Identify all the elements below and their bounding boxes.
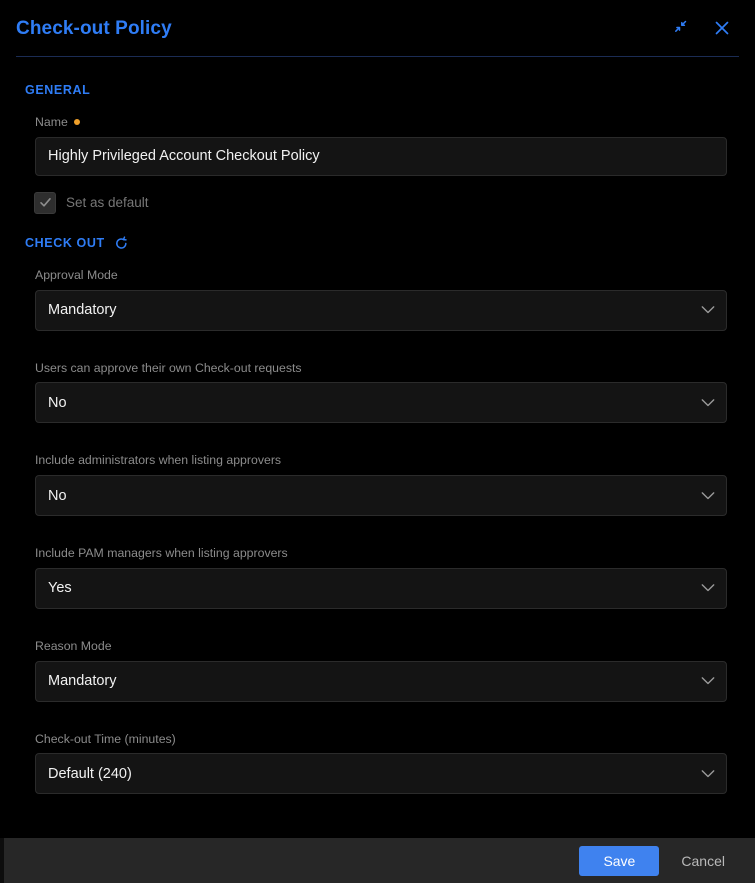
field-label-include-administrators: Include administrators when listing appr… — [35, 453, 727, 468]
approval-mode-select[interactable]: Mandatory — [35, 290, 727, 331]
name-input[interactable] — [35, 137, 727, 176]
field-label-approval-mode: Approval Mode — [35, 268, 727, 283]
checkbox-checked-icon[interactable] — [34, 192, 56, 214]
section-label-check-out: CHECK OUT — [25, 236, 105, 250]
reason-mode-select[interactable]: Mandatory — [35, 661, 727, 702]
field-label-include-pam-managers: Include PAM managers when listing approv… — [35, 546, 727, 561]
field-self-approval: Users can approve their own Check-out re… — [24, 361, 727, 424]
reset-circular-arrow-icon[interactable] — [114, 236, 129, 251]
self-approval-select[interactable]: No — [35, 382, 727, 423]
set-as-default-checkbox-row[interactable]: Set as default — [34, 192, 727, 214]
dialog-body: GENERAL Name Set as default CHE — [0, 57, 755, 838]
field-name: Name — [24, 115, 727, 176]
check-out-time-select[interactable]: Default (240) — [35, 753, 727, 794]
include-administrators-value: No — [48, 488, 67, 504]
field-label-name: Name — [35, 115, 727, 130]
include-pam-managers-select[interactable]: Yes — [35, 568, 727, 609]
chevron-down-icon — [701, 306, 715, 315]
check-out-policy-dialog: Check-out Policy GENERAL — [0, 0, 755, 883]
field-check-out-time: Check-out Time (minutes) Default (240) — [24, 732, 727, 795]
chevron-down-icon — [701, 677, 715, 686]
approval-mode-value: Mandatory — [48, 302, 117, 318]
include-pam-managers-value: Yes — [48, 580, 72, 596]
field-approval-mode: Approval Mode Mandatory — [24, 268, 727, 331]
cancel-button[interactable]: Cancel — [665, 846, 741, 876]
self-approval-value: No — [48, 395, 67, 411]
chevron-down-icon — [701, 584, 715, 593]
label-text-name: Name — [35, 115, 68, 130]
chevron-down-icon — [701, 398, 715, 407]
set-as-default-label: Set as default — [66, 195, 149, 210]
dialog-header: Check-out Policy — [0, 0, 755, 56]
header-actions — [669, 15, 735, 41]
field-label-reason-mode: Reason Mode — [35, 639, 727, 654]
page-title: Check-out Policy — [16, 19, 669, 38]
section-label-general: GENERAL — [25, 83, 90, 97]
reason-mode-value: Mandatory — [48, 673, 117, 689]
section-heading-general: GENERAL — [25, 83, 727, 97]
field-reason-mode: Reason Mode Mandatory — [24, 639, 727, 702]
collapse-diagonal-icon[interactable] — [669, 15, 695, 41]
check-out-time-value: Default (240) — [48, 766, 132, 782]
field-label-self-approval: Users can approve their own Check-out re… — [35, 361, 727, 376]
field-label-check-out-time: Check-out Time (minutes) — [35, 732, 727, 747]
required-indicator-icon — [74, 119, 80, 125]
save-button[interactable]: Save — [579, 846, 659, 876]
field-include-administrators: Include administrators when listing appr… — [24, 453, 727, 516]
include-administrators-select[interactable]: No — [35, 475, 727, 516]
close-icon[interactable] — [709, 15, 735, 41]
field-include-pam-managers: Include PAM managers when listing approv… — [24, 546, 727, 609]
section-heading-check-out: CHECK OUT — [25, 236, 727, 251]
dialog-footer: Save Cancel — [0, 838, 755, 883]
chevron-down-icon — [701, 769, 715, 778]
chevron-down-icon — [701, 491, 715, 500]
